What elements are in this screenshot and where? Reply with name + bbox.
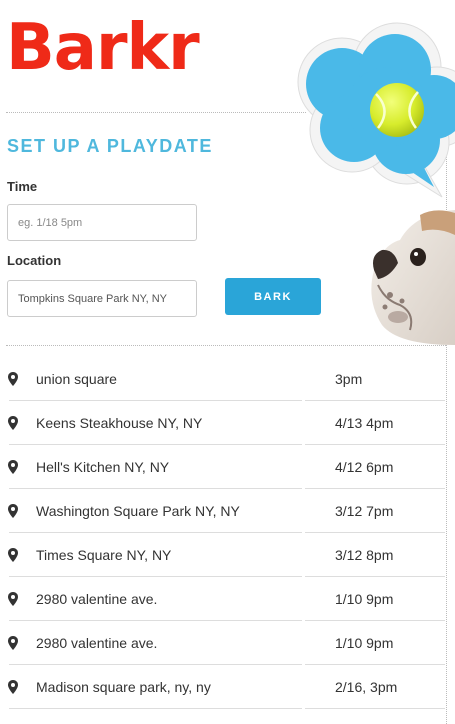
playdate-location: 2980 valentine ave.: [36, 591, 158, 607]
form-divider: [6, 345, 446, 346]
playdate-time: 2/16, 3pm: [335, 679, 398, 695]
list-item[interactable]: Times Square NY, NY 3/12 8pm: [0, 533, 446, 577]
playdate-location: union square: [36, 371, 117, 387]
location-label: Location: [7, 253, 62, 268]
location-input[interactable]: [7, 280, 197, 317]
playdate-list: union square 3pm Keens Steakhouse NY, NY…: [0, 357, 446, 709]
playdate-location: Keens Steakhouse NY, NY: [36, 415, 203, 431]
playdate-time: 3/12 8pm: [335, 547, 394, 563]
barkr-page: Barkr SET UP A PLAYDATE Time eg. 1/18 5p…: [0, 0, 455, 724]
map-pin-icon: [8, 416, 18, 430]
map-pin-icon: [8, 504, 18, 518]
playdate-time: 1/10 9pm: [335, 591, 394, 607]
form-title: SET UP A PLAYDATE: [7, 136, 213, 156]
playdate-location: Times Square NY, NY: [36, 547, 172, 563]
playdate-time: 4/12 6pm: [335, 459, 394, 475]
list-item[interactable]: Keens Steakhouse NY, NY 4/13 4pm: [0, 401, 446, 445]
map-pin-icon: [8, 680, 18, 694]
playdate-location: Washington Square Park NY, NY: [36, 503, 240, 519]
app-logo: Barkr: [6, 11, 200, 85]
playdate-time: 4/13 4pm: [335, 415, 394, 431]
list-item[interactable]: Hell's Kitchen NY, NY 4/12 6pm: [0, 445, 446, 489]
map-pin-icon: [8, 460, 18, 474]
time-label: Time: [7, 179, 38, 194]
playdate-time: 3pm: [335, 371, 363, 387]
map-pin-icon: [8, 636, 18, 650]
playdate-location: Hell's Kitchen NY, NY: [36, 459, 170, 475]
list-item[interactable]: Madison square park, ny, ny 2/16, 3pm: [0, 665, 446, 709]
tennis-ball-icon: [297, 22, 455, 198]
header-divider: [6, 112, 306, 113]
list-item[interactable]: union square 3pm: [0, 357, 446, 401]
bark-button[interactable]: BARK: [225, 278, 321, 315]
playdate-location: Madison square park, ny, ny: [36, 679, 211, 695]
map-pin-icon: [8, 592, 18, 606]
playdate-location: 2980 valentine ave.: [36, 635, 158, 651]
playdate-time: 1/10 9pm: [335, 635, 394, 651]
map-pin-icon: [8, 548, 18, 562]
time-input[interactable]: [7, 204, 197, 241]
list-item[interactable]: 2980 valentine ave. 1/10 9pm: [0, 577, 446, 621]
map-pin-icon: [8, 372, 18, 386]
list-item[interactable]: Washington Square Park NY, NY 3/12 7pm: [0, 489, 446, 533]
list-item[interactable]: 2980 valentine ave. 1/10 9pm: [0, 621, 446, 665]
playdate-time: 3/12 7pm: [335, 503, 394, 519]
bulldog-image: [371, 210, 455, 345]
